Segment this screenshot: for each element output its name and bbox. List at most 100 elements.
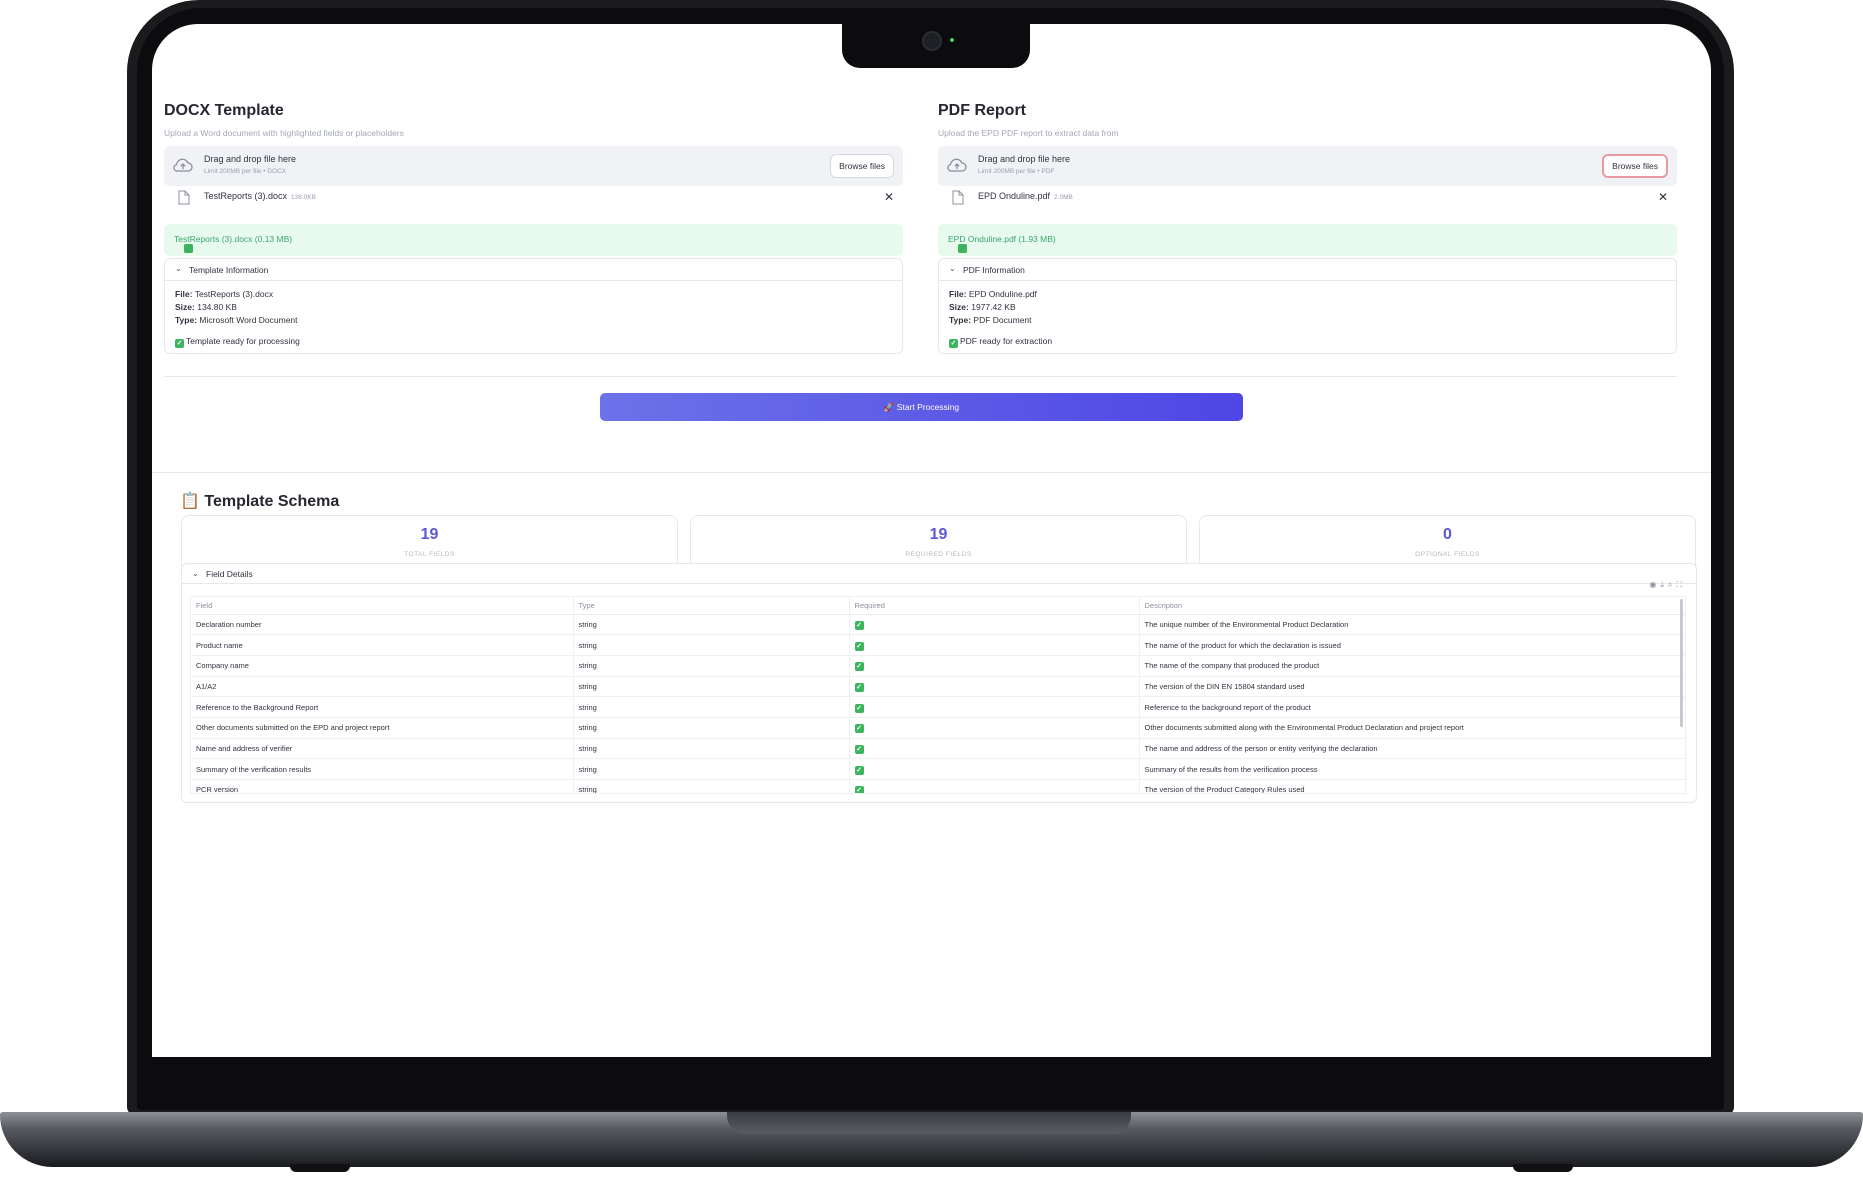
template-information-header[interactable]: ⌄ Template Information (165, 259, 902, 281)
metric-value: 19 (420, 526, 439, 543)
table-row[interactable]: Product name string ✓ The name of the produ… (191, 634, 1685, 656)
info-key: File: (175, 289, 193, 299)
pdf-success-alert: ✓✓EPD Onduline.pdf (1.93 MB) (938, 224, 1677, 256)
upload-cloud-icon (947, 158, 967, 172)
table-cell-required: ✓ (849, 779, 1140, 794)
docx-file-name: TestReports (3).docx (204, 191, 288, 201)
table-row[interactable]: Reference to the Background Report string… (191, 696, 1685, 718)
info-value: TestReports (3).docx (194, 289, 274, 299)
table-cell-field: PCR version (191, 779, 574, 793)
field-details-expander: ⌄ Field Details ◉⤓⌕⛶ Field Type Required… (181, 563, 1697, 803)
table-cell-field: Company name (191, 655, 574, 677)
start-processing-button[interactable]: 🚀 Start Processing (600, 393, 1243, 421)
template-schema-title: 📋 Template Schema (180, 493, 340, 510)
dropzone-title: Drag and drop file here (978, 154, 1071, 164)
info-value: 134.80 KB (197, 302, 237, 312)
camera-icon (922, 31, 942, 51)
docx-subtitle: Upload a Word document with highlighted … (164, 128, 404, 138)
table-cell-description: Reference to the background report of th… (1139, 696, 1685, 718)
template-information-label: Template Information (189, 265, 269, 275)
check-icon: ✓ (184, 243, 193, 253)
table-row[interactable]: Declaration number string ✓ The unique numb… (191, 614, 1685, 636)
section-divider (152, 472, 1711, 473)
table-cell-type: string (573, 738, 850, 760)
table-scrollbar[interactable] (1680, 599, 1683, 727)
table-cell-field: Reference to the Background Report (191, 696, 574, 718)
check-icon: ✓ (854, 744, 864, 754)
fullscreen-icon[interactable]: ⛶ (1676, 580, 1686, 589)
table-cell-field: Name and address of verifier (191, 738, 574, 760)
docx-remove-file-button[interactable]: ✕ (884, 190, 894, 204)
pdf-uploaded-file: EPD Onduline.pdf 2.0MB ✕ (938, 186, 1677, 210)
table-cell-description: The unique number of the Environmental P… (1139, 614, 1685, 636)
docx-dropzone[interactable]: Drag and drop file here Limit 200MB per … (164, 146, 903, 186)
info-key: File: (949, 289, 967, 299)
table-row[interactable]: Name and address of verifier string ✓ The n… (191, 738, 1685, 760)
docx-uploaded-file: TestReports (3).docx 138.0KB ✕ (164, 186, 903, 210)
metric-label: Optional Fields (1415, 551, 1480, 558)
docx-info-file: File: TestReports (3).docx (175, 289, 273, 299)
metric-label: Required Fields (905, 551, 972, 558)
chevron-down-icon: ⌄ (949, 264, 956, 273)
table-cell-type: string (573, 758, 850, 780)
dropzone-limit: Limit 200MB per file • PDF (978, 168, 1055, 175)
column-header[interactable]: Required (849, 597, 1140, 615)
pdf-file-name: EPD Onduline.pdf (978, 191, 1051, 201)
pdf-information-expander: ⌄ PDF Information File: EPD Onduline.pdf… (938, 258, 1677, 354)
column-header[interactable]: Field (191, 597, 574, 615)
table-cell-description: The version of the Product Category Rule… (1139, 779, 1685, 793)
table-cell-description: Summary of the results from the verifica… (1139, 758, 1685, 780)
table-cell-description: The name of the product for which the de… (1139, 634, 1685, 656)
pdf-info-type: Type: PDF Document (949, 315, 1032, 325)
check-icon: ✓ (854, 620, 864, 630)
pdf-information-header[interactable]: ⌄ PDF Information (939, 259, 1676, 281)
docx-browse-button[interactable]: Browse files (830, 154, 894, 178)
table-cell-field: A1/A2 (191, 676, 574, 698)
field-details-header[interactable]: ⌄ Field Details (182, 564, 1696, 584)
table-cell-required: ✓ (849, 634, 1140, 656)
table-cell-type: string (573, 779, 850, 793)
table-row[interactable]: Other documents submitted on the EPD and… (191, 717, 1685, 739)
pdf-browse-button[interactable]: Browse files (1602, 154, 1668, 178)
metric-label: Total Fields (404, 551, 455, 558)
file-icon (178, 190, 190, 205)
dropzone-limit: Limit 200MB per file • DOCX (204, 168, 287, 175)
field-details-table: Field Type Required Description Declarat… (191, 597, 1685, 794)
pdf-info-file: File: EPD Onduline.pdf (949, 289, 1037, 299)
pdf-remove-file-button[interactable]: ✕ (1658, 190, 1668, 204)
field-details-label: Field Details (206, 569, 253, 579)
table-cell-type: string (573, 614, 850, 636)
check-icon: ✓ (854, 682, 864, 692)
table-row[interactable]: PCR version string ✓ The version of the Pro… (191, 779, 1685, 794)
table-cell-required: ✓ (849, 696, 1140, 718)
table-row[interactable]: Company name string ✓ The name of the compa… (191, 655, 1685, 677)
table-cell-field: Declaration number (191, 614, 574, 636)
pdf-ready-status: ✓ PDF ready for extraction (949, 336, 1052, 348)
table-row[interactable]: A1/A2 string ✓ The version of the DIN EN 15… (191, 676, 1685, 698)
info-key: Size: (175, 302, 195, 312)
table-cell-required: ✓ (849, 738, 1140, 760)
table-row[interactable]: Summary of the verification results strin… (191, 758, 1685, 780)
pdf-file-size: 2.0MB (1054, 194, 1073, 201)
template-information-expander: ⌄ Template Information File: TestReports… (164, 258, 903, 354)
download-icon[interactable]: ⤓ (1660, 580, 1668, 589)
docx-ready-status: ✓ Template ready for processing (175, 336, 300, 348)
laptop-frame: DOCX Template Upload a Word document wit… (0, 0, 1863, 1177)
file-icon (952, 190, 964, 205)
metric-value: 0 (1443, 526, 1452, 543)
check-icon: ✓ (854, 703, 864, 713)
chevron-down-icon: ⌄ (192, 569, 199, 578)
check-icon: ✓ (854, 765, 864, 775)
laptop-base-notch (727, 1112, 1131, 1134)
table-cell-required: ✓ (849, 717, 1140, 739)
upload-cloud-icon (173, 158, 193, 172)
check-icon: ✓ (854, 786, 864, 794)
eye-icon[interactable]: ◉ (1649, 580, 1660, 589)
table-cell-type: string (573, 655, 850, 677)
column-header[interactable]: Description (1139, 597, 1685, 615)
column-header[interactable]: Type (573, 597, 850, 615)
docx-ready-text: Template ready for processing (186, 336, 300, 346)
table-cell-field: Summary of the verification results (191, 758, 574, 780)
field-details-table-wrap[interactable]: Field Type Required Description Declarat… (190, 596, 1686, 794)
pdf-dropzone[interactable]: Drag and drop file here Limit 200MB per … (938, 146, 1677, 186)
